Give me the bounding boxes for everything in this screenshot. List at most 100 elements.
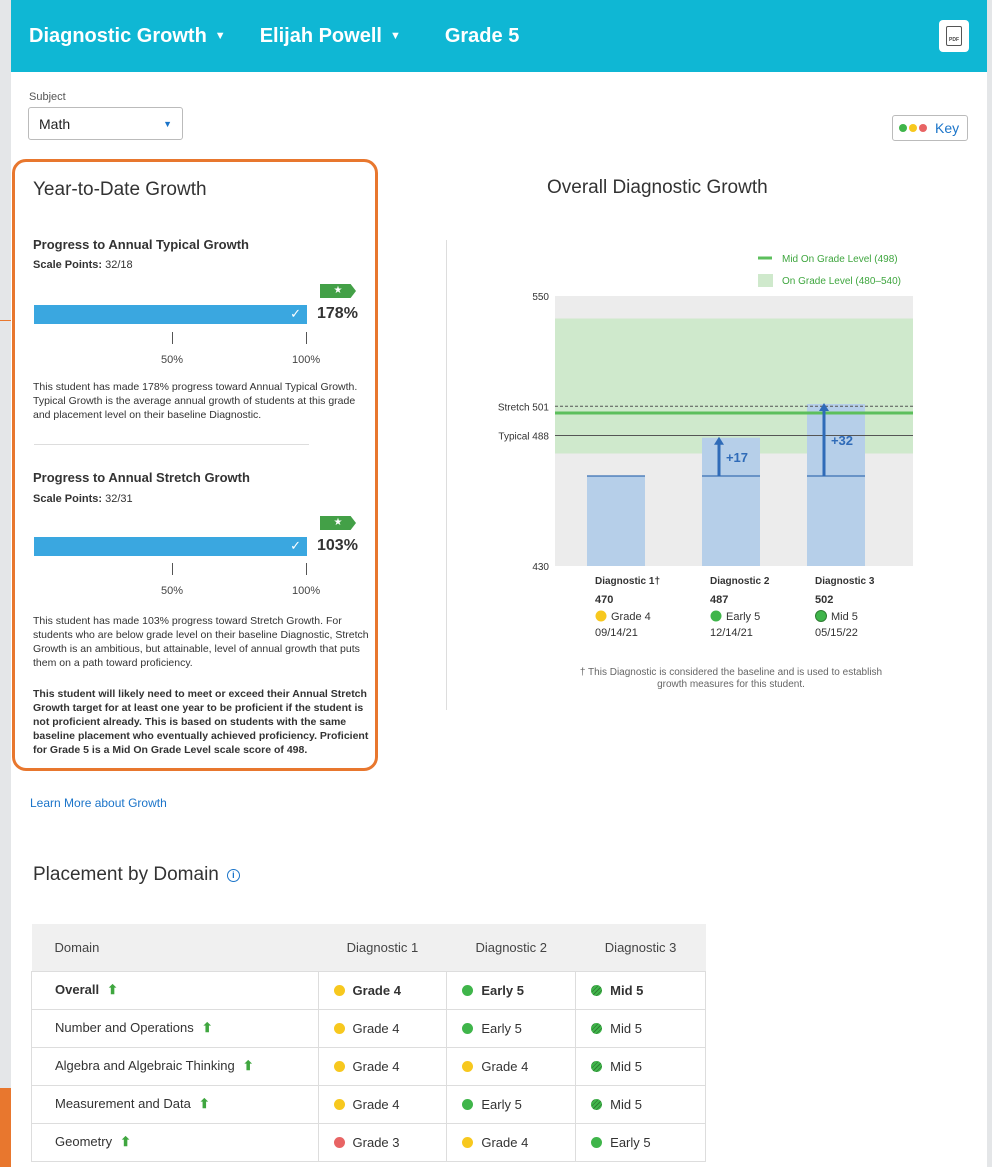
chart-title: Overall Diagnostic Growth <box>547 177 768 198</box>
table-row: Geometry ⬆ Grade 3 Grade 4 Early 5 <box>31 1122 706 1162</box>
date-label: 09/14/21 <box>595 627 638 639</box>
red-dot-icon <box>919 124 927 132</box>
category-label: Diagnostic 3 <box>815 576 875 587</box>
info-icon[interactable]: i <box>226 868 240 882</box>
placement-value: Mid 5 <box>610 1096 642 1112</box>
domain-name: Algebra and Algebraic Thinking <box>55 1058 235 1073</box>
scale-points-label: Scale Points: <box>33 493 103 505</box>
category-label: Diagnostic 1† <box>595 576 660 587</box>
green-dot-icon <box>899 124 907 132</box>
tick-mark <box>172 332 173 344</box>
report-header: Diagnostic Growth ▼ Elijah Powell ▼ Grad… <box>11 0 987 72</box>
placement-cell: Early 5 <box>446 970 577 1010</box>
growth-label: +17 <box>726 450 748 465</box>
green-dot-icon <box>591 1136 603 1148</box>
tick-mark <box>172 563 173 575</box>
red-dot-icon <box>333 1136 345 1148</box>
placement-dot-icon <box>815 610 827 622</box>
placement-value: Grade 4 <box>481 1134 529 1150</box>
typical-percent: 178% <box>317 305 358 322</box>
arrow-up-icon: ⬆ <box>201 1020 213 1035</box>
tick-mark <box>306 563 307 575</box>
arrow-up-icon: ⬆ <box>242 1058 254 1073</box>
key-button[interactable]: Key <box>892 115 968 141</box>
caret-down-icon: ▼ <box>214 30 226 42</box>
report-panel: Diagnostic Growth ▼ Elijah Powell ▼ Grad… <box>11 0 987 1167</box>
placement-label: Mid 5 <box>831 611 858 623</box>
domain-cell: Number and Operations ⬆ <box>31 1008 319 1048</box>
domain-name: Number and Operations <box>55 1020 194 1035</box>
ytd-growth-card: Year-to-Date Growth Progress to Annual T… <box>12 159 378 771</box>
stretch-growth-title: Progress to Annual Stretch Growth <box>33 470 250 485</box>
placement-cell: Early 5 <box>446 1008 577 1048</box>
placement-dot-icon <box>710 610 722 622</box>
check-icon: ✓ <box>290 306 301 321</box>
domain-cell: Measurement and Data ⬆ <box>31 1084 319 1124</box>
stretch-progress-bar: ✓ <box>34 537 307 556</box>
placement-value: Grade 4 <box>352 1058 400 1074</box>
table-header-row: Domain Diagnostic 1 Diagnostic 2 Diagnos… <box>31 924 706 971</box>
placement-value: Early 5 <box>610 1134 651 1150</box>
growth-label: +32 <box>831 433 853 448</box>
arrow-up-icon: ⬆ <box>107 982 118 997</box>
subject-select-value: Math <box>39 116 71 132</box>
date-label: 05/15/22 <box>815 627 858 639</box>
placement-title-text: Placement by Domain <box>33 864 219 885</box>
green-dot-icon <box>462 1098 474 1110</box>
legend-mid-label: Mid On Grade Level (498) <box>782 254 898 265</box>
yellow-dot-icon <box>462 1136 474 1148</box>
table-row: Number and Operations ⬆ Grade 4 Early 5 Mid … <box>31 1008 706 1048</box>
tick-label-100: 100% <box>292 585 321 597</box>
placement-table-body: Overall ⬆ Grade 4 Early 5 Mid 5 Number and Op… <box>31 970 706 1162</box>
domain-name: Overall <box>55 982 100 997</box>
report-dropdown-label: Diagnostic Growth <box>29 24 207 47</box>
domain-name: Measurement and Data <box>55 1096 191 1111</box>
stripe-dot-icon <box>591 1098 603 1110</box>
bar-3 <box>807 404 865 566</box>
subject-select[interactable]: Math ▼ <box>28 107 183 140</box>
tick-label-100: 100% <box>292 354 321 366</box>
green-dot-icon <box>462 984 474 996</box>
ytd-title: Year-to-Date Growth <box>33 179 207 200</box>
score-label: 470 <box>595 594 613 606</box>
placement-value: Grade 3 <box>352 1134 400 1150</box>
arrow-up-icon: ⬆ <box>198 1096 210 1111</box>
section-divider <box>34 444 309 445</box>
table-row: Algebra and Algebraic Thinking ⬆ Grade 4 Gr… <box>31 1046 706 1086</box>
placement-value: Early 5 <box>481 1020 522 1036</box>
pdf-button[interactable]: PDF <box>939 20 969 52</box>
column-header: Domain <box>31 924 319 971</box>
typical-label: Typical 488 <box>498 432 549 443</box>
legend-band-label: On Grade Level (480–540) <box>782 276 901 287</box>
typical-description: This student has made 178% progress towa… <box>33 381 358 421</box>
legend-band-swatch <box>758 274 773 287</box>
scale-points-value: 32/18 <box>105 259 133 271</box>
column-header: Diagnostic 2 <box>446 924 576 971</box>
placement-cell: Mid 5 <box>575 1084 706 1124</box>
placement-cell: Grade 4 <box>317 1008 448 1048</box>
report-dropdown[interactable]: Diagnostic Growth ▼ <box>29 25 226 48</box>
tick-label-50: 50% <box>161 585 184 597</box>
growth-chart: Stretch 501 Typical 488 550 430 +17 +32 Mid On… <box>498 254 913 639</box>
placement-cell: Grade 4 <box>317 1046 448 1086</box>
yellow-dot-icon <box>333 984 345 996</box>
caret-down-icon: ▼ <box>163 119 172 129</box>
domain-cell: Overall ⬆ <box>31 970 319 1010</box>
tick-label-50: 50% <box>161 354 184 366</box>
learn-more-link[interactable]: Learn More about Growth <box>30 796 167 810</box>
scale-points-label: Scale Points: <box>33 259 103 271</box>
placement-cell: Mid 5 <box>575 970 706 1010</box>
table-row: Measurement and Data ⬆ Grade 4 Early 5 Mid 5 <box>31 1084 706 1124</box>
check-icon: ✓ <box>290 538 301 553</box>
stripe-dot-icon <box>591 984 603 996</box>
pdf-icon-label: PDF <box>949 37 959 43</box>
typical-scale-points: Scale Points: 32/18 <box>33 259 133 271</box>
placement-cell: Mid 5 <box>575 1008 706 1048</box>
placement-value: Grade 4 <box>352 1020 400 1036</box>
student-dropdown[interactable]: Elijah Powell ▼ <box>260 25 401 48</box>
grade-text: Grade 5 <box>444 24 520 47</box>
tick-mark <box>306 332 307 344</box>
typical-progress-bar: ✓ <box>34 305 307 324</box>
stripe-dot-icon <box>591 1060 603 1072</box>
grade-label: Grade 5 <box>445 25 519 48</box>
